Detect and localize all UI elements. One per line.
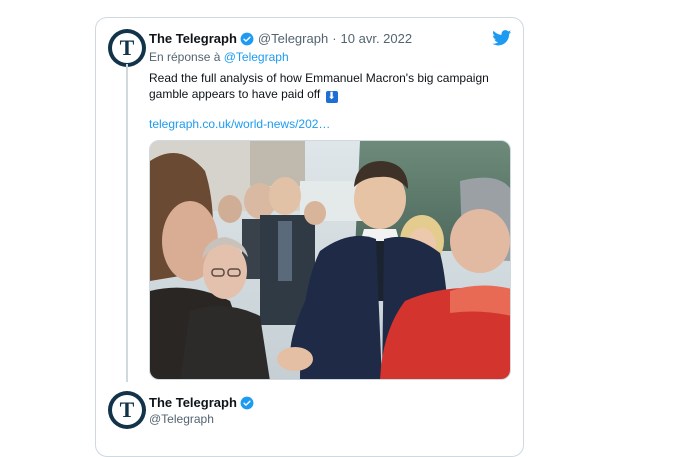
avatar-logo: T: [112, 33, 142, 63]
author-name[interactable]: The Telegraph: [149, 31, 237, 46]
reply-to-link[interactable]: @Telegraph: [224, 50, 289, 64]
next-tweet-header: The Telegraph: [149, 395, 258, 410]
next-author-handle[interactable]: @Telegraph: [149, 412, 214, 426]
tweet-header: The Telegraph @Telegraph · 10 avr. 2022: [149, 31, 412, 46]
next-avatar-logo: T: [112, 395, 142, 425]
next-author-name[interactable]: The Telegraph: [149, 395, 237, 410]
next-author-avatar[interactable]: T: [108, 391, 146, 429]
twitter-bird-icon[interactable]: [492, 30, 512, 46]
tweet-link[interactable]: telegraph.co.uk/world-news/202…: [149, 117, 330, 131]
meta-separator: ·: [332, 31, 337, 46]
tweet-date[interactable]: 10 avr. 2022: [341, 31, 413, 46]
tweet-text: Read the full analysis of how Emmanuel M…: [149, 70, 509, 103]
reply-context: En réponse à @Telegraph: [149, 50, 289, 64]
reply-prefix: En réponse à: [149, 50, 221, 64]
tweet-photo[interactable]: [149, 140, 511, 380]
verified-badge-icon: [240, 396, 254, 409]
thread-line: [126, 64, 128, 382]
verified-badge-icon: [240, 32, 254, 45]
down-arrow-emoji-icon: ⬇: [325, 91, 338, 103]
tweet-body: Read the full analysis of how Emmanuel M…: [149, 71, 489, 101]
author-handle[interactable]: @Telegraph: [258, 31, 328, 46]
tweet-photo-image: [150, 141, 510, 379]
author-avatar[interactable]: T: [108, 29, 146, 67]
